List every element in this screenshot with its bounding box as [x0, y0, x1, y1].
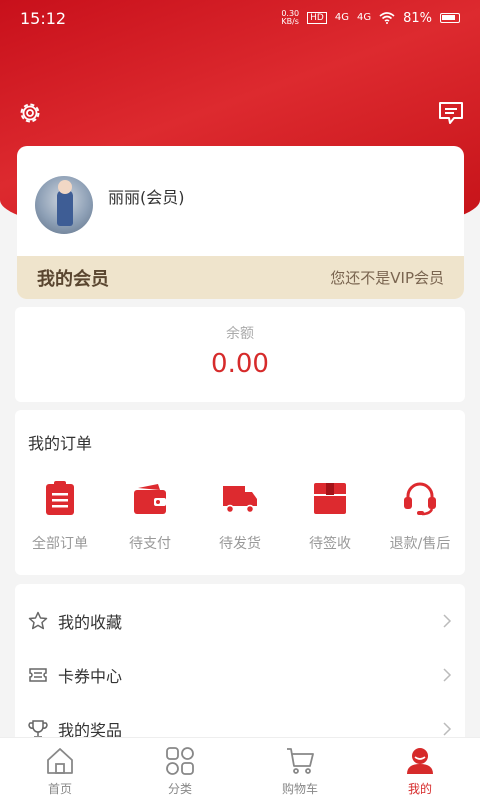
balance-card[interactable]: 余额 0.00	[15, 307, 465, 402]
balance-value: 0.00	[211, 349, 269, 379]
vip-status: 您还不是VIP会员	[330, 269, 444, 287]
orders-title: 我的订单	[28, 434, 93, 453]
signal-2: 4G	[356, 12, 372, 23]
battery-icon	[440, 13, 460, 23]
order-refund-label: 退款/售后	[389, 536, 451, 552]
order-pending-payment-label: 待支付	[129, 536, 171, 552]
menu-favorites[interactable]: 我的收藏	[15, 594, 465, 648]
balance-label: 余额	[226, 326, 254, 342]
orders-card: 我的订单 全部订单 待支付 待发货 待签收 退款/售后	[15, 410, 465, 575]
order-pending-shipment-label: 待发货	[219, 536, 261, 552]
chevron-right-icon	[443, 668, 452, 682]
tab-mine-label: 我的	[407, 782, 432, 796]
box-icon	[314, 483, 346, 514]
status-icons: 0.30 KB/s HD 4G 4G 81%	[281, 10, 460, 26]
net-speed: 0.30 KB/s	[281, 9, 300, 26]
order-pending-payment[interactable]: 待支付	[105, 480, 195, 553]
order-all[interactable]: 全部订单	[15, 480, 105, 553]
trophy-icon	[28, 720, 48, 738]
star-icon	[28, 611, 48, 630]
wifi-icon	[379, 12, 395, 24]
ticket-icon	[29, 668, 47, 682]
menu-coupons[interactable]: 卡券中心	[15, 648, 465, 702]
tab-home[interactable]: 首页	[0, 738, 120, 800]
status-bar: 15:12 0.30 KB/s HD 4G 4G 81%	[0, 0, 480, 36]
order-refund[interactable]: 退款/售后	[375, 480, 465, 553]
member-card: 丽丽(会员) 我的会员 您还不是VIP会员	[17, 146, 464, 299]
menu-favorites-label: 我的收藏	[58, 613, 123, 632]
avatar[interactable]	[35, 176, 93, 234]
avatar-figure	[57, 190, 73, 226]
signal-1: 4G	[334, 12, 349, 23]
vip-title: 我的会员	[37, 268, 109, 290]
tab-cart[interactable]: 购物车	[240, 738, 360, 800]
tab-category-label: 分类	[167, 782, 192, 796]
tab-cart-label: 购物车	[281, 782, 318, 796]
clipboard-icon	[46, 481, 74, 515]
home-icon	[47, 748, 73, 774]
headset-icon	[404, 482, 436, 516]
menu-card: 我的收藏 卡券中心 我的奖品	[15, 584, 465, 744]
cart-icon	[287, 748, 314, 774]
menu-coupons-label: 卡券中心	[58, 667, 123, 686]
truck-icon	[223, 486, 257, 514]
order-pending-shipment[interactable]: 待发货	[195, 480, 285, 553]
gear-icon[interactable]	[17, 100, 43, 126]
orders-row: 全部订单 待支付 待发货 待签收 退款/售后	[15, 480, 465, 553]
hd-icon: HD	[307, 12, 327, 24]
avatar-head	[58, 180, 72, 194]
status-time: 15:12	[20, 8, 67, 28]
tab-mine[interactable]: 我的	[360, 738, 480, 800]
order-all-label: 全部订单	[32, 536, 88, 552]
nickname: 丽丽(会员)	[108, 188, 185, 207]
order-pending-receipt-label: 待签收	[309, 536, 351, 552]
tab-category[interactable]: 分类	[120, 738, 240, 800]
grid-icon	[166, 747, 194, 775]
battery-percent: 81%	[403, 10, 432, 26]
chevron-right-icon	[443, 614, 452, 628]
tab-bar: 首页 分类 购物车 我的	[0, 737, 480, 800]
user-icon	[407, 748, 433, 774]
vip-bar[interactable]: 我的会员 您还不是VIP会员	[17, 256, 464, 299]
tab-home-label: 首页	[47, 782, 72, 796]
wallet-icon	[134, 484, 166, 514]
order-pending-receipt[interactable]: 待签收	[285, 480, 375, 553]
chevron-right-icon	[443, 722, 452, 736]
chat-bubble-icon[interactable]	[437, 100, 465, 126]
